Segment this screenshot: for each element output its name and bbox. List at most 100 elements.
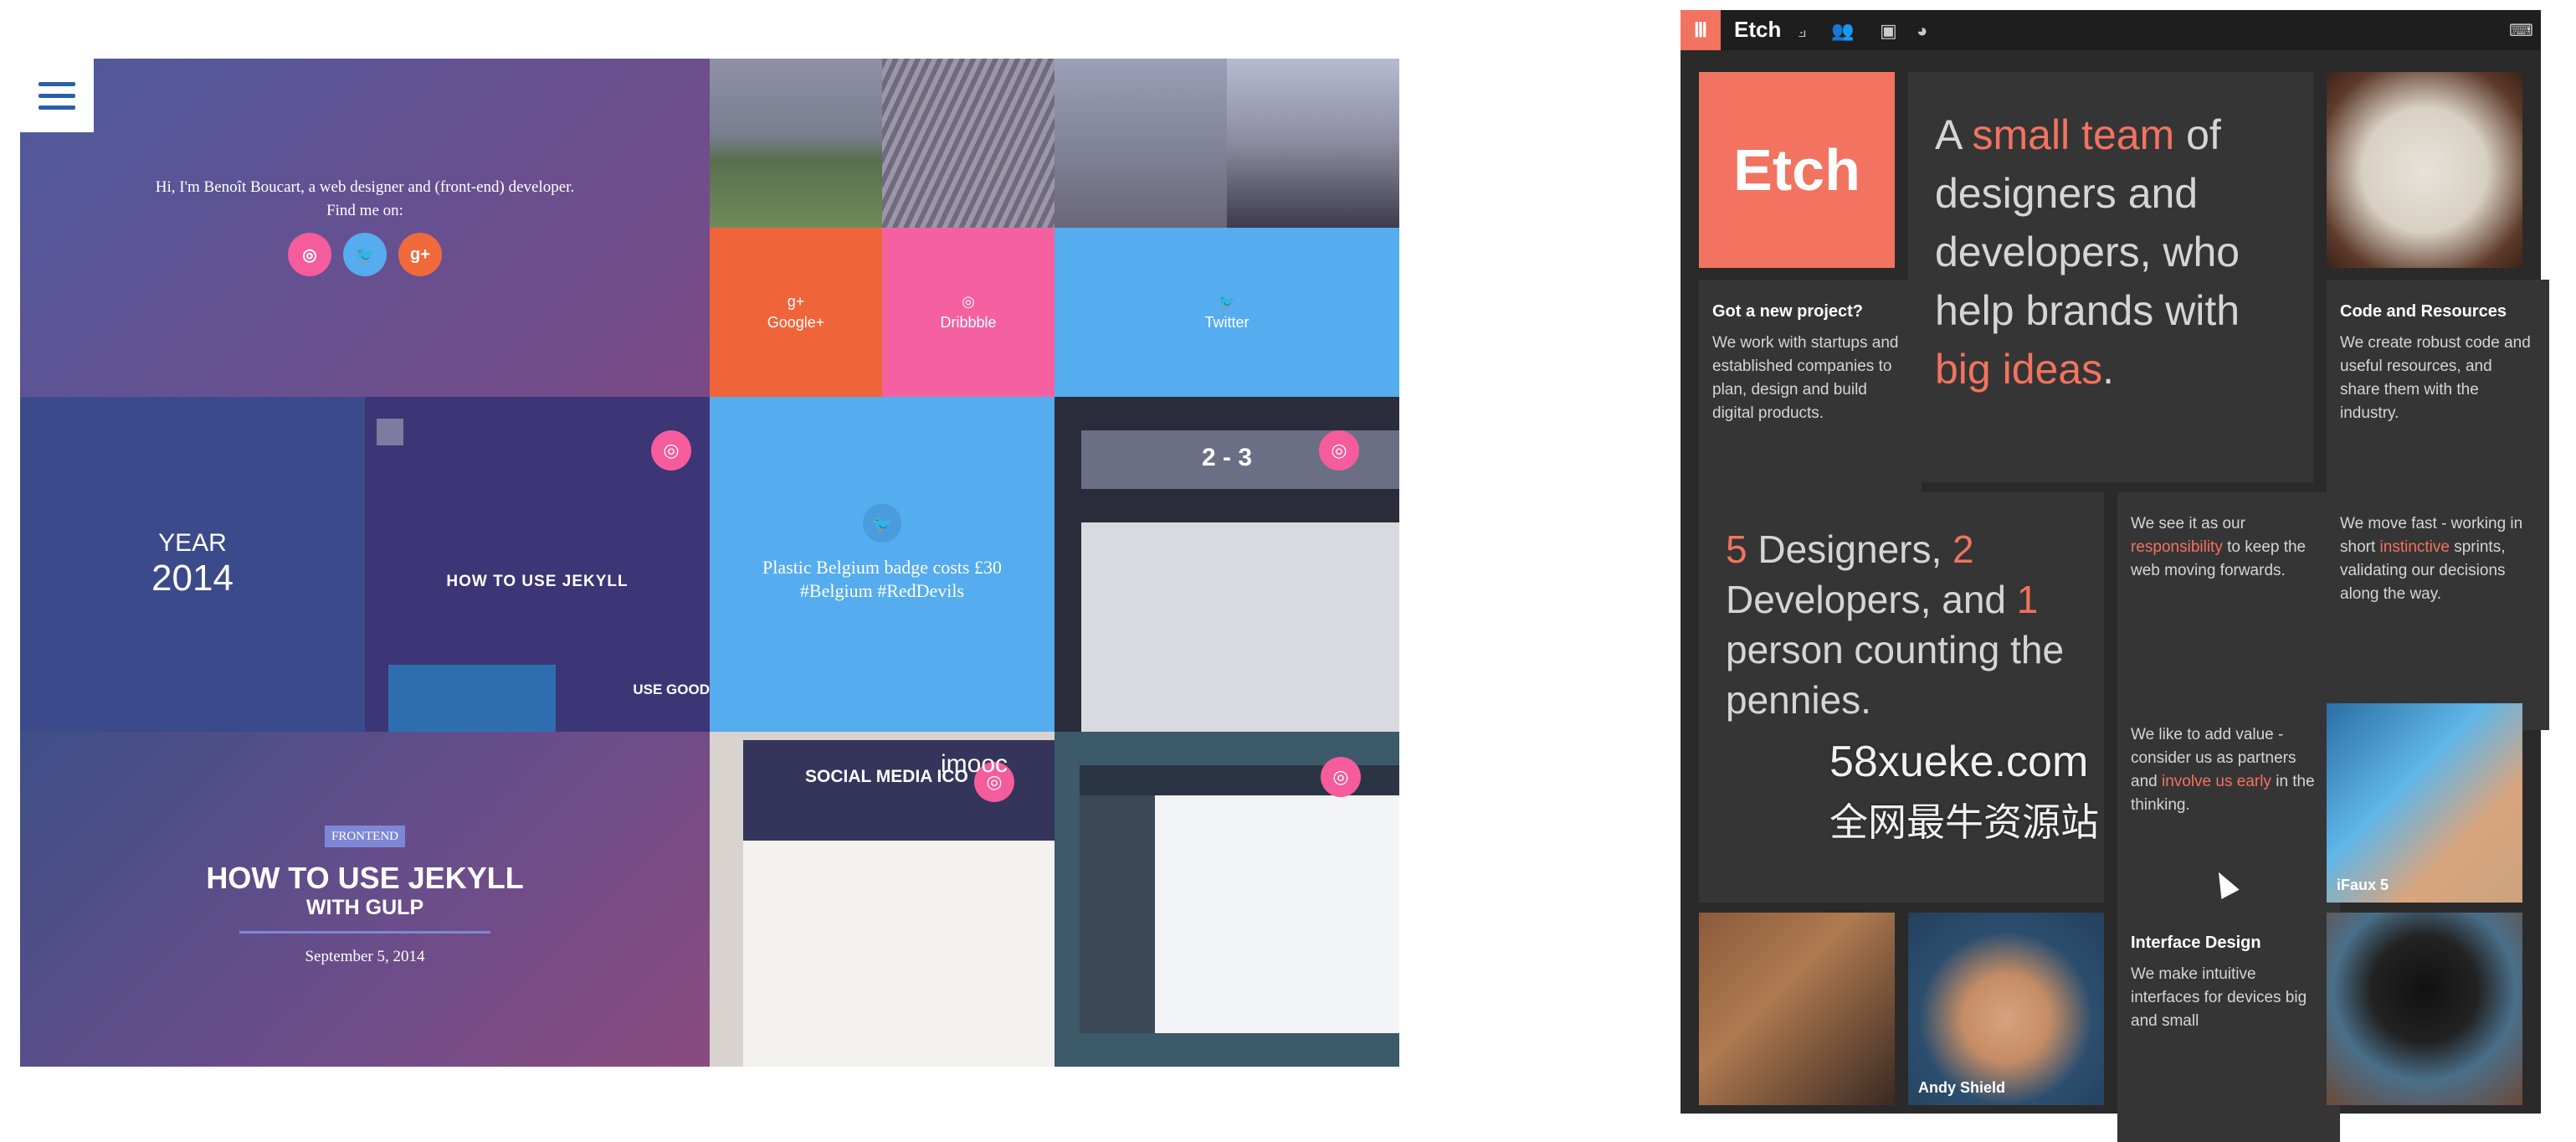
dashboard-sidebar: [1080, 795, 1155, 1033]
twitter-icon[interactable]: 🐦: [343, 233, 387, 276]
intro-tile: Hi, I'm Benoît Boucart, a web designer a…: [20, 59, 710, 397]
record-player-photo[interactable]: [2327, 913, 2522, 1105]
andy-photo[interactable]: Andy Shield: [1908, 913, 2104, 1105]
presentation-icon[interactable]: ▣: [1880, 20, 1897, 42]
preview-side-text: USE GOOD: [633, 682, 710, 697]
tweet-tile[interactable]: 🐦 Plastic Belgium badge costs £30 #Belgi…: [710, 397, 1055, 732]
designer-photo[interactable]: [1699, 913, 1895, 1105]
post-body: [743, 841, 1055, 1067]
dribbble-badge-icon[interactable]: ◎: [1321, 757, 1361, 797]
card-text: We see it as our: [2131, 515, 2245, 532]
hero-text: A small team of designers and developers…: [1935, 105, 2296, 399]
new-project-card[interactable]: Got a new project? We work with startups…: [1699, 280, 1922, 522]
card-text: We work with startups and established co…: [1712, 334, 1899, 422]
google-plus-icon: g+: [787, 293, 805, 310]
hero-card: A small team of designers and developers…: [1908, 72, 2313, 482]
hero-part: A: [1935, 111, 1973, 158]
card-highlight: responsibility: [2131, 538, 2223, 556]
pillow-photo[interactable]: [2327, 72, 2522, 268]
post-tag[interactable]: FRONTEND: [325, 826, 405, 847]
jekyll-preview-tile[interactable]: ◎ HOW TO USE JEKYLL USE GOOD: [365, 397, 710, 732]
card-title: Code and Resources: [2340, 302, 2507, 321]
google-plus-icon[interactable]: g+: [398, 233, 442, 276]
twitter-label: Twitter: [1204, 314, 1250, 331]
card-highlight: involve us early: [2161, 773, 2271, 790]
post-subtitle: WITH GULP: [305, 896, 424, 919]
menu-icon[interactable]: Ⅲ: [1681, 10, 1721, 50]
watermark: 58xueke.com 全网最牛资源站: [1829, 737, 2099, 847]
hamburger-icon[interactable]: [20, 59, 94, 132]
year-tile: YEAR 2014: [20, 397, 365, 732]
photo-caption: Andy Shield: [1918, 1079, 2006, 1096]
score-table: [1081, 522, 1399, 732]
watermark-line: 全网最牛资源站: [1829, 800, 2099, 844]
dashboard-window: [1080, 765, 1399, 1033]
value-card: We like to add value - consider us as pa…: [2117, 703, 2340, 943]
card-text: We create robust code and useful resourc…: [2340, 334, 2531, 422]
preview-block: [388, 665, 556, 732]
social-links: ◎ 🐦 g+: [20, 233, 710, 276]
street-photo[interactable]: [1055, 59, 1227, 228]
hero-part: .: [2102, 346, 2115, 393]
stat-label: Developers, and: [1726, 578, 2017, 621]
stat-number: 2: [1953, 527, 1974, 571]
dribbble-icon[interactable]: ◎: [288, 233, 331, 276]
team-icon[interactable]: 👥: [1831, 20, 1854, 42]
menu-icon: [377, 419, 403, 445]
tower-photo[interactable]: [1227, 59, 1399, 228]
stat-number: 5: [1726, 527, 1747, 571]
dribbble-tile[interactable]: ◎ Dribbble: [882, 228, 1055, 397]
stat-label: Designers,: [1747, 527, 1953, 571]
responsibility-card: We see it as our responsibility to keep …: [2117, 492, 2340, 730]
dribbble-badge-icon[interactable]: ◎: [1319, 430, 1359, 471]
google-plus-tile[interactable]: g+ Google+: [710, 228, 882, 397]
tweet-text: Plastic Belgium badge costs £30 #Belgium…: [762, 557, 1002, 601]
keyboard-icon[interactable]: ⌨: [2509, 20, 2533, 41]
twitter-tile[interactable]: 🐦 Twitter: [1055, 228, 1399, 397]
blog-post-tile[interactable]: FRONTEND HOW TO USE JEKYLL WITH GULP Sep…: [20, 732, 710, 1067]
post-title: HOW TO USE JEKYLL: [206, 861, 524, 895]
dribbble-icon: ◎: [962, 293, 975, 310]
stat-label: person counting the pennies.: [1726, 628, 2065, 722]
etch-logo-block[interactable]: Etch: [1699, 72, 1895, 268]
etch-logo[interactable]: Etch: [1734, 17, 1781, 43]
station-photo[interactable]: [882, 59, 1055, 228]
google-plus-label: Google+: [767, 314, 825, 331]
hero-highlight: big ideas: [1935, 346, 2103, 393]
find-me-line: Find me on:: [326, 202, 403, 219]
stadium-photo[interactable]: [710, 59, 882, 228]
twitter-icon: 🐦: [863, 504, 901, 543]
interface-design-card[interactable]: Interface Design We make intuitive inter…: [2117, 913, 2340, 1142]
dribbble-badge-icon[interactable]: ◎: [651, 430, 691, 471]
top-nav: [1681, 10, 2541, 50]
stat-number: 1: [2016, 578, 2039, 621]
watermark-line: 58xueke.com: [1829, 738, 2089, 786]
card-text: We make intuitive interfaces for devices…: [2131, 965, 2307, 1030]
preview-title: HOW TO USE JEKYLL: [446, 573, 629, 590]
intro-line: Hi, I'm Benoît Boucart, a web designer a…: [155, 178, 575, 196]
etch-site: Ⅲ Etch ⟓ 👥 ▣ ◕ ⌨ Etch A small team of de…: [1681, 10, 2549, 1142]
team-stats-text: 5 Designers, 2 Developers, and 1 person …: [1726, 524, 2087, 725]
card-title: Interface Design: [2131, 934, 2261, 952]
photo-caption: iFaux 5: [2337, 877, 2389, 893]
social-media-post-tile[interactable]: SOCIAL MEDIA ICO ◎: [710, 732, 1055, 1067]
portfolio-grid: Hi, I'm Benoît Boucart, a web designer a…: [20, 59, 1399, 1067]
fast-card: We move fast - working in short instinct…: [2327, 492, 2549, 730]
card-highlight: instinctive: [2379, 538, 2450, 556]
head-icon[interactable]: ◕: [1917, 20, 1927, 42]
code-resources-card[interactable]: Code and Resources We create robust code…: [2327, 280, 2549, 522]
overlay-text: imooc: [941, 750, 1008, 778]
card-title: Got a new project?: [1712, 302, 1864, 321]
hero-highlight: small team: [1972, 111, 2175, 158]
year-label: YEAR: [158, 529, 227, 557]
year-value: 2014: [151, 558, 233, 599]
post-divider: [239, 931, 490, 934]
post-date: September 5, 2014: [305, 948, 425, 965]
ifaux-photo[interactable]: iFaux 5: [2327, 703, 2522, 903]
twitter-icon: 🐦: [1217, 293, 1237, 310]
chair-icon[interactable]: ⟓: [1798, 20, 1806, 42]
intro-text: Hi, I'm Benoît Boucart, a web designer a…: [20, 176, 710, 223]
dashboard-tile[interactable]: ◎: [1055, 732, 1399, 1067]
dribbble-label: Dribbble: [940, 314, 997, 331]
score-tile[interactable]: 2 - 3 ◎: [1055, 397, 1399, 732]
